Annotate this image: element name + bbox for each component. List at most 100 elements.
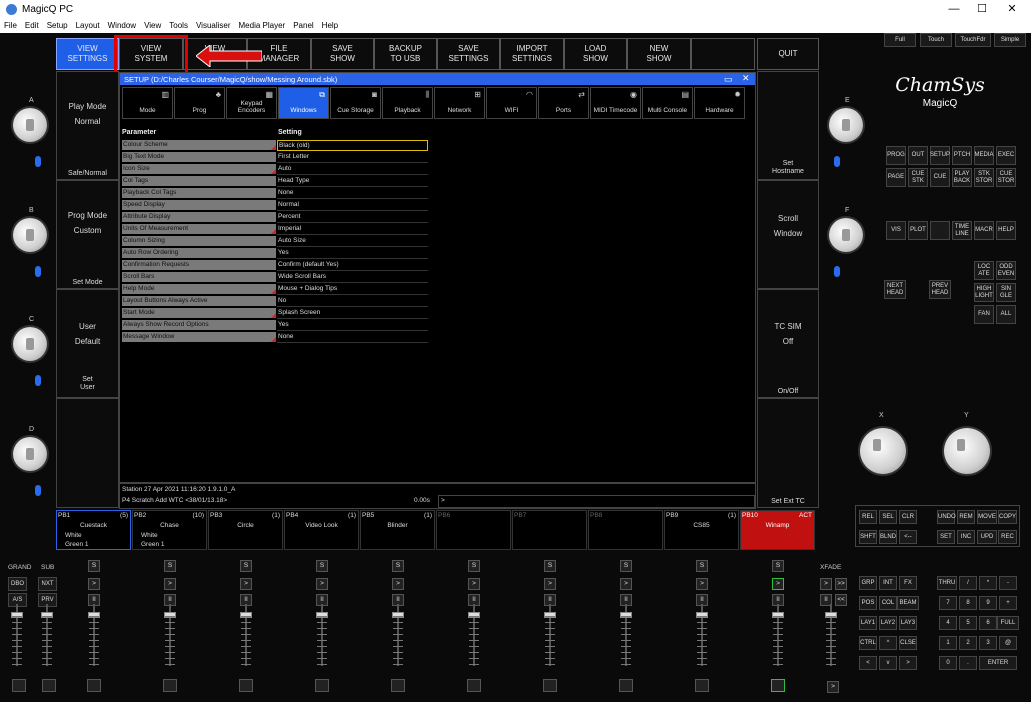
table-row-value[interactable]: None xyxy=(277,332,428,343)
menu-window[interactable]: Window xyxy=(104,19,140,30)
out-key[interactable]: OUT xyxy=(908,146,928,165)
move-key[interactable]: MOVE xyxy=(977,510,997,524)
ctrl-key[interactable]: CTRL xyxy=(859,636,877,650)
playback-tile-2[interactable]: PB2 (10) Chase White Green 1 xyxy=(132,510,207,550)
menu-layout[interactable]: Layout xyxy=(72,19,104,30)
pb1-s-button[interactable]: S xyxy=(88,560,100,572)
table-row-value[interactable]: First Letter xyxy=(277,152,428,163)
pb1-go-button[interactable]: > xyxy=(88,578,100,590)
scroll-window-panel[interactable]: Scroll Window xyxy=(757,180,819,289)
encoder-a-knob-icon[interactable] xyxy=(13,108,47,142)
timeline-key[interactable]: TIME LINE xyxy=(952,221,972,240)
pb3-s-button[interactable]: S xyxy=(240,560,252,572)
key-7[interactable]: 7 xyxy=(939,596,957,610)
encoder-f-knob-icon[interactable] xyxy=(829,218,863,252)
copy-key[interactable]: COPY xyxy=(998,510,1017,524)
nxt-button[interactable]: NXT xyxy=(38,577,57,591)
lay3-key[interactable]: LAY3 xyxy=(899,616,917,630)
table-row-param[interactable]: Confirmation Requests xyxy=(122,260,276,271)
lay1-key[interactable]: LAY1 xyxy=(859,616,877,630)
minus-key[interactable]: - xyxy=(999,576,1017,590)
rel-key[interactable]: REL xyxy=(859,510,877,524)
menu-visualiser[interactable]: Visualiser xyxy=(192,19,235,30)
table-row-value[interactable]: Yes xyxy=(277,248,428,259)
pb4-go-button[interactable]: > xyxy=(316,578,328,590)
table-row-param[interactable]: Big Text Mode xyxy=(122,152,276,163)
key-8[interactable]: 8 xyxy=(959,596,977,610)
tab-midi-timecode[interactable]: ◉ MIDI Timecode xyxy=(590,87,641,119)
pb8-go-button[interactable]: > xyxy=(620,578,632,590)
new-show-button[interactable]: NEW SHOW xyxy=(627,38,691,70)
grp-key[interactable]: GRP xyxy=(859,576,877,590)
table-row-value[interactable]: Confirm (default Yes) xyxy=(277,260,428,271)
import-settings-button[interactable]: IMPORT SETTINGS xyxy=(500,38,564,70)
mode-touch-button[interactable]: Touch xyxy=(920,33,952,47)
page-key[interactable]: PAGE xyxy=(886,168,906,187)
table-row-value[interactable]: Wide Scroll Bars xyxy=(277,272,428,283)
xfade-rewind-button[interactable]: << xyxy=(835,594,847,606)
pb7-flash-button[interactable] xyxy=(543,679,557,692)
pb9-s-button[interactable]: S xyxy=(696,560,708,572)
rec-key[interactable]: REC xyxy=(998,530,1017,544)
dbo-button[interactable]: DBO xyxy=(8,577,27,591)
key-2[interactable]: 2 xyxy=(959,636,977,650)
pb7-go-button[interactable]: > xyxy=(544,578,556,590)
pb9-flash-button[interactable] xyxy=(695,679,709,692)
pb3-fader[interactable] xyxy=(240,604,252,666)
load-show-button[interactable]: LOAD SHOW xyxy=(564,38,627,70)
pb4-s-button[interactable]: S xyxy=(316,560,328,572)
pb7-s-button[interactable]: S xyxy=(544,560,556,572)
menu-panel[interactable]: Panel xyxy=(289,19,317,30)
table-row-param[interactable]: Icon Size xyxy=(122,164,276,175)
table-row-param[interactable]: Colour Scheme xyxy=(122,140,276,151)
upd-key[interactable]: UPD xyxy=(977,530,997,544)
single-key[interactable]: SIN GLE xyxy=(996,283,1016,302)
blind-key[interactable]: BLND xyxy=(879,530,897,544)
menu-edit[interactable]: Edit xyxy=(21,19,43,30)
tab-playback[interactable]: ⫼ Playback xyxy=(382,87,433,119)
table-row-param[interactable]: Column Sizing xyxy=(122,236,276,247)
key-0[interactable]: 0 xyxy=(939,656,957,670)
vis-key[interactable]: VIS xyxy=(886,221,906,240)
tab-network[interactable]: ⊞ Network xyxy=(434,87,485,119)
table-row-param[interactable]: Speed Display xyxy=(122,200,276,211)
playback-tile-10[interactable]: PB10 ACT Winamp xyxy=(740,510,815,550)
ext-tc-panel[interactable]: Set Ext TC xyxy=(757,398,819,508)
encoder-c-knob-icon[interactable] xyxy=(13,327,47,361)
menu-setup[interactable]: Setup xyxy=(43,19,72,30)
wheel-x-knob-icon[interactable] xyxy=(860,428,906,474)
tab-mode[interactable]: ▥ Mode xyxy=(122,87,173,119)
beam-key[interactable]: BEAM xyxy=(897,596,919,610)
user-panel[interactable]: User Default Set User xyxy=(56,289,119,398)
grand-fader[interactable] xyxy=(11,604,23,666)
grand-flash-button[interactable] xyxy=(12,679,26,692)
pb1-flash-button[interactable] xyxy=(87,679,101,692)
rem-key[interactable]: REM xyxy=(957,510,975,524)
table-row-value[interactable]: Black (old) xyxy=(277,140,428,151)
close-button[interactable]: ✕ xyxy=(998,2,1026,17)
pb6-flash-button[interactable] xyxy=(467,679,481,692)
menu-file[interactable]: File xyxy=(0,19,21,30)
save-show-button[interactable]: SAVE SHOW xyxy=(311,38,374,70)
highlight-key[interactable]: HIGH LIGHT xyxy=(974,283,994,302)
tab-multi-console[interactable]: ▤ Multi Console xyxy=(642,87,693,119)
mode-simple-button[interactable]: Simple xyxy=(994,33,1026,47)
key-9[interactable]: 9 xyxy=(979,596,997,610)
tab-cue-storage[interactable]: ◙ Cue Storage xyxy=(330,87,381,119)
pb6-s-button[interactable]: S xyxy=(468,560,480,572)
odd-even-key[interactable]: ODD EVEN xyxy=(996,261,1016,280)
shift-key[interactable]: SHFT xyxy=(859,530,877,544)
pb5-fader[interactable] xyxy=(392,604,404,666)
undo-key[interactable]: UNDO xyxy=(937,510,956,524)
menu-view[interactable]: View xyxy=(140,19,165,30)
pb2-go-button[interactable]: > xyxy=(164,578,176,590)
table-row-param[interactable]: Units Of Measurement xyxy=(122,224,276,235)
playback-tile-8[interactable]: PB8 xyxy=(588,510,663,550)
backup-to-usb-button[interactable]: BACKUP TO USB xyxy=(374,38,437,70)
table-row-param[interactable]: Playback Col Tags xyxy=(122,188,276,199)
int-key[interactable]: INT xyxy=(879,576,897,590)
table-row-value[interactable]: Mouse + Dialog Tips xyxy=(277,284,428,295)
backspace-key[interactable]: <-- xyxy=(899,530,917,544)
playback-key[interactable]: PLAY BACK xyxy=(952,168,972,187)
tab-prog[interactable]: ♣ Prog xyxy=(174,87,225,119)
